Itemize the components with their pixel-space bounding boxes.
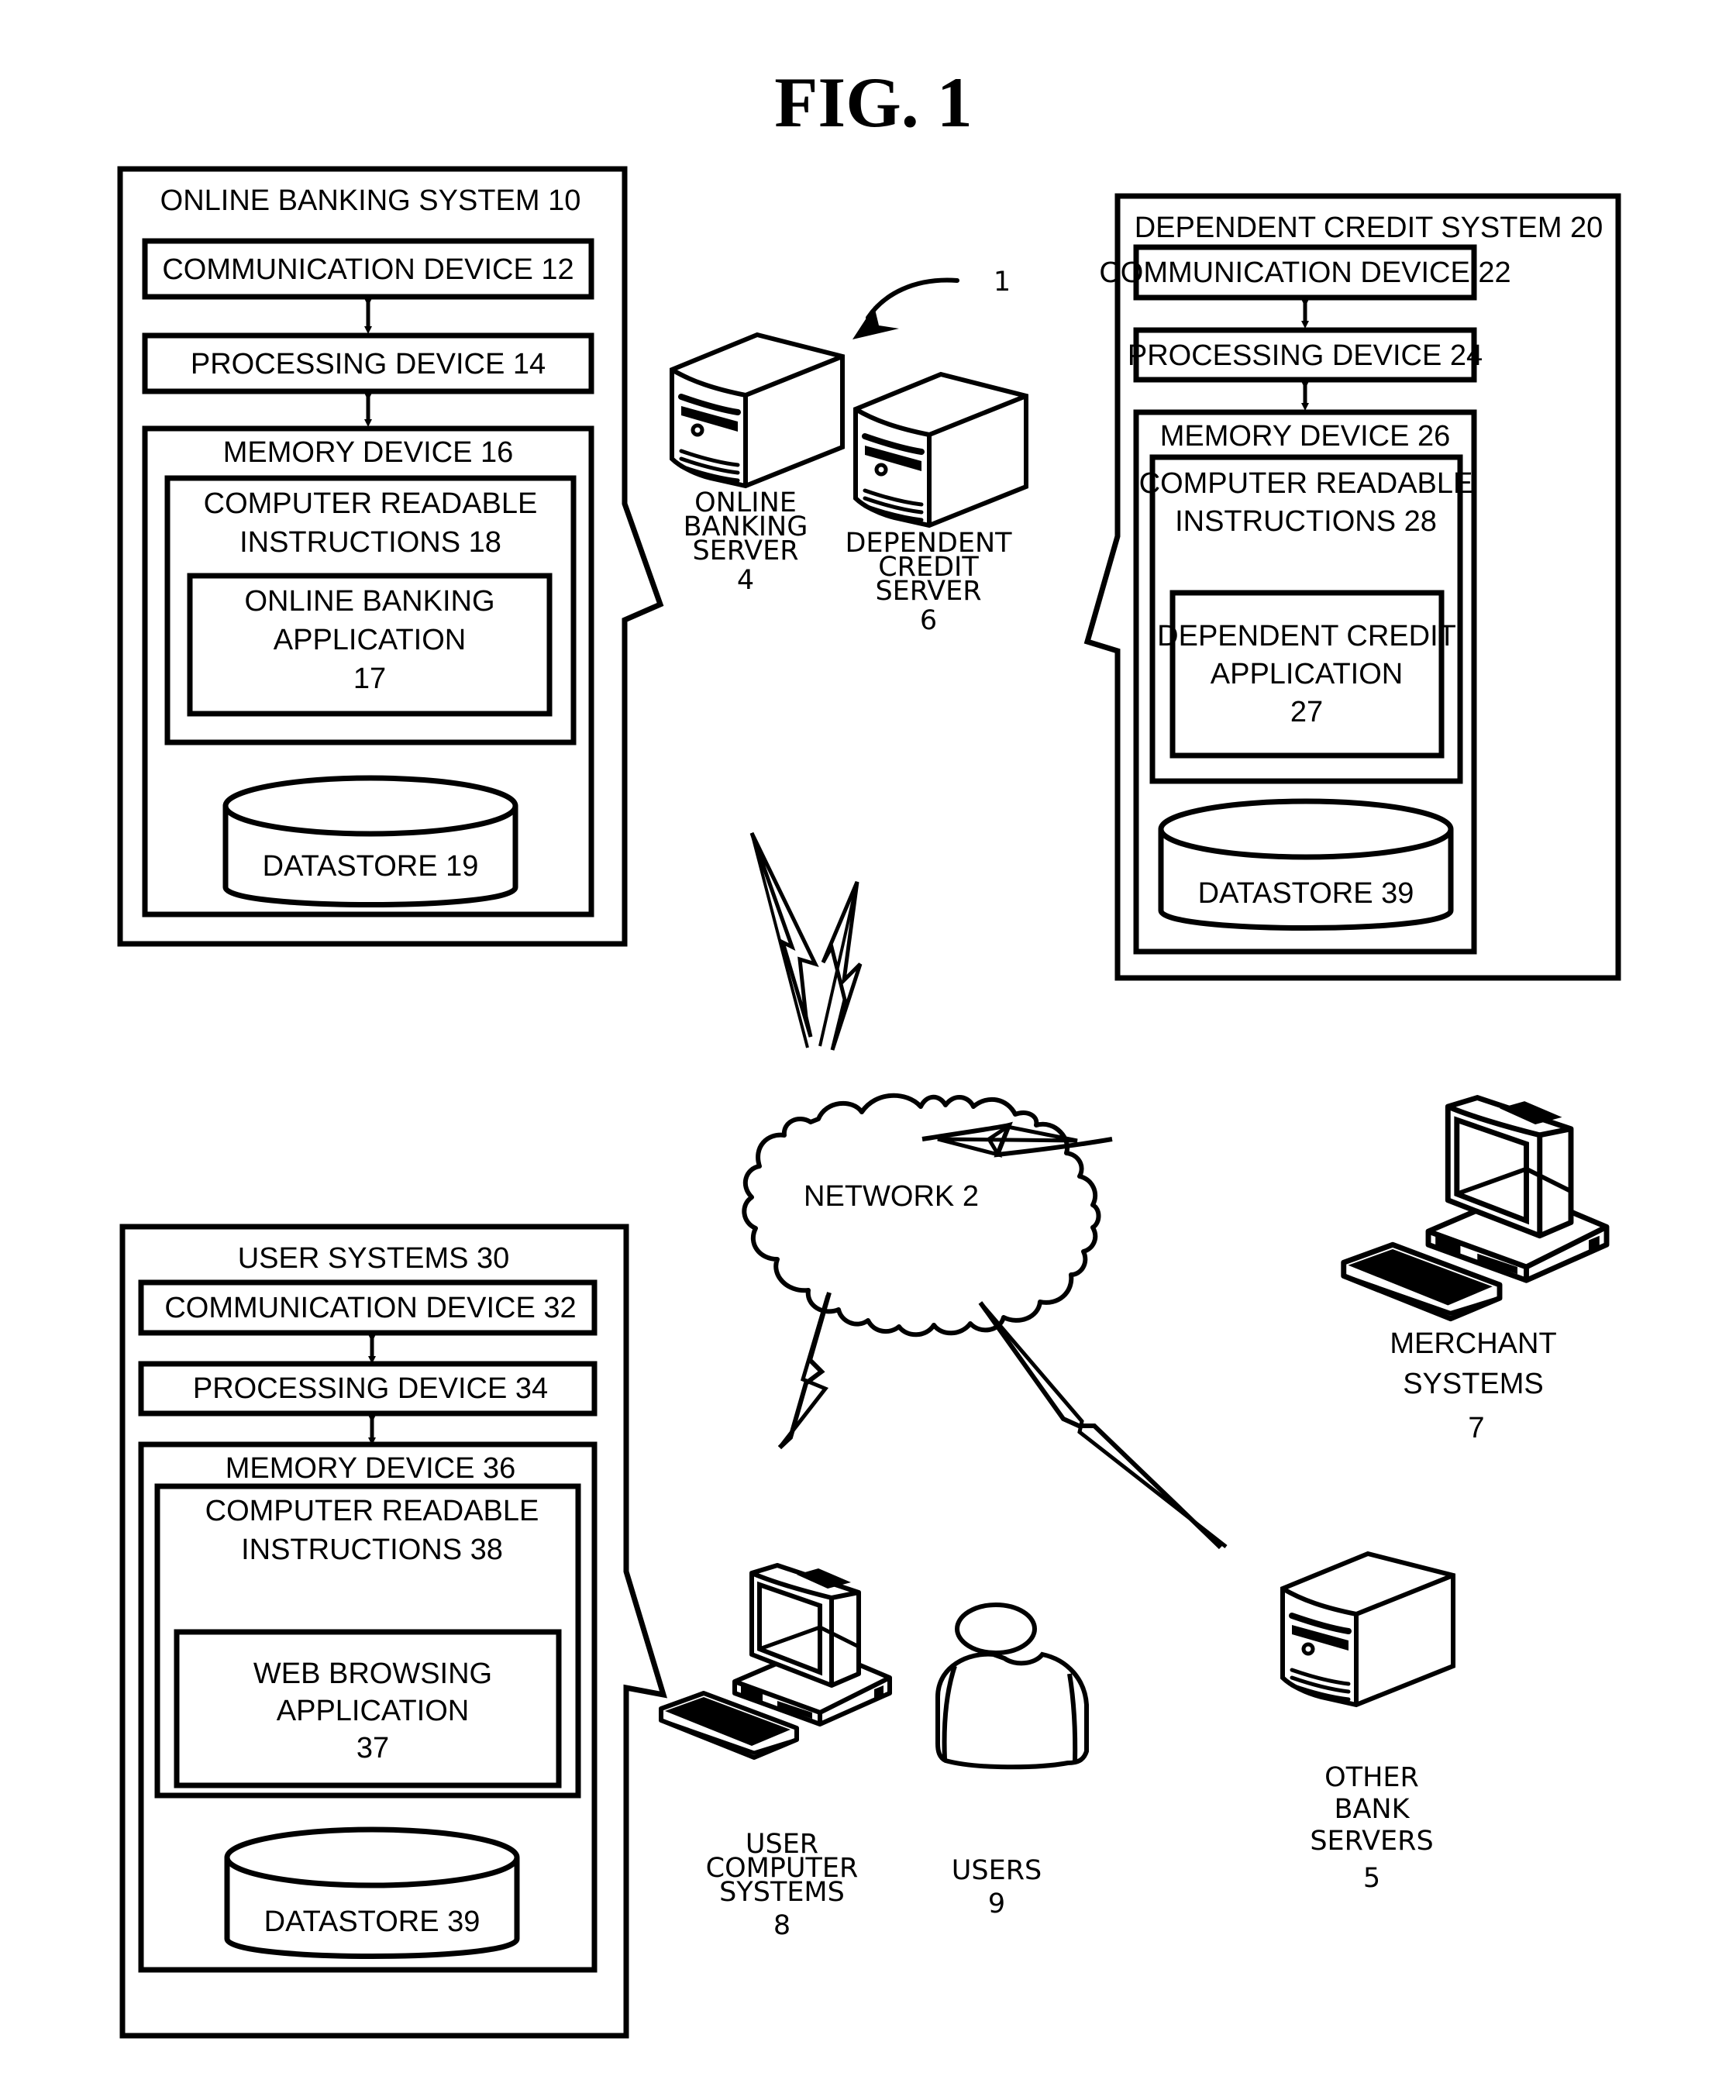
application-17-line3: 17 bbox=[353, 663, 386, 695]
other-bank-servers-label-4: 5 bbox=[1363, 1863, 1380, 1894]
network-cloud: NETWORK 2 bbox=[742, 1093, 1101, 1337]
instructions-38-line1: COMPUTER READABLE bbox=[205, 1495, 539, 1527]
datastore-39-user-label: DATASTORE 39 bbox=[264, 1905, 480, 1938]
processing-device-14-label: PROCESSING DEVICE 14 bbox=[191, 348, 546, 380]
users: USERS 9 bbox=[935, 1603, 1089, 1919]
instructions-18-line1: COMPUTER READABLE bbox=[204, 487, 538, 520]
dependent-credit-system-box: DEPENDENT CREDIT SYSTEM 20 COMMUNICATION… bbox=[1083, 193, 1621, 981]
application-37-line3: 37 bbox=[356, 1732, 389, 1764]
users-label-1: USERS bbox=[952, 1855, 1042, 1886]
merchant-systems-label-2: SYSTEMS bbox=[1403, 1368, 1544, 1400]
datastore-19-cylinder-icon bbox=[226, 778, 515, 905]
application-37-line2: APPLICATION bbox=[277, 1695, 469, 1727]
lightning-link-other-bank-servers bbox=[978, 1301, 1223, 1550]
datastore-39-label: DATASTORE 39 bbox=[1198, 877, 1414, 910]
instructions-18-line2: INSTRUCTIONS 18 bbox=[239, 526, 501, 559]
lightning-link-stroke bbox=[979, 1301, 1228, 1548]
processing-device-34-label: PROCESSING DEVICE 34 bbox=[193, 1372, 548, 1405]
reference-numeral: 1 bbox=[994, 267, 1011, 298]
other-bank-servers: OTHER BANK SERVERS 5 bbox=[1283, 1554, 1453, 1894]
system-diagram: FIG. 1 1 ONLINE BANKING SYSTEM 10 COMMUN… bbox=[117, 63, 1621, 2039]
online-banking-server-icon bbox=[672, 335, 842, 486]
user-systems-box: USER SYSTEMS 30 COMMUNICATION DEVICE 32 … bbox=[119, 1224, 668, 2039]
online-banking-server-label-3: SERVER bbox=[692, 535, 798, 566]
application-17-line1: ONLINE BANKING bbox=[244, 585, 494, 618]
user-computer-systems-label-3: SYSTEMS bbox=[719, 1877, 845, 1908]
figure-title: FIG. 1 bbox=[774, 63, 973, 142]
instructions-28-line1: COMPUTER READABLE bbox=[1139, 467, 1473, 500]
instructions-38-line2: INSTRUCTIONS 38 bbox=[241, 1534, 503, 1566]
dependent-credit-system-title: DEPENDENT CREDIT SYSTEM 20 bbox=[1135, 212, 1603, 244]
application-27-line3: 27 bbox=[1290, 696, 1323, 728]
user-person-icon bbox=[935, 1603, 1089, 1770]
other-bank-servers-label-1: OTHER bbox=[1324, 1762, 1419, 1793]
dependent-credit-server-icon bbox=[856, 374, 1026, 525]
user-computer-icon bbox=[661, 1565, 890, 1757]
other-bank-servers-label-3: SERVERS bbox=[1310, 1826, 1433, 1857]
cloud-icon bbox=[742, 1093, 1101, 1337]
application-37-line1: WEB BROWSING bbox=[253, 1658, 492, 1690]
merchant-systems: MERCHANT SYSTEMS 7 bbox=[1344, 1098, 1607, 1444]
dependent-credit-server-label-4: 6 bbox=[920, 605, 937, 636]
memory-device-16-label: MEMORY DEVICE 16 bbox=[223, 436, 514, 469]
other-bank-servers-label-2: BANK bbox=[1334, 1794, 1410, 1825]
dependent-credit-server: DEPENDENT CREDIT SERVER 6 bbox=[845, 374, 1026, 636]
dependent-credit-server-label-3: SERVER bbox=[875, 576, 981, 607]
users-label-2: 9 bbox=[988, 1888, 1005, 1919]
online-banking-system-title: ONLINE BANKING SYSTEM 10 bbox=[160, 184, 581, 217]
processing-device-24-label: PROCESSING DEVICE 24 bbox=[1128, 339, 1483, 372]
application-17-line2: APPLICATION bbox=[274, 624, 466, 656]
lightning-link-dependent-credit-server bbox=[821, 881, 863, 1051]
reference-arrow bbox=[866, 277, 959, 320]
datastore-19-label: DATASTORE 19 bbox=[263, 850, 479, 883]
network-label: NETWORK 2 bbox=[804, 1180, 979, 1213]
user-computer-systems: USER COMPUTER SYSTEMS 8 bbox=[661, 1565, 890, 1941]
application-27-line2: APPLICATION bbox=[1211, 658, 1403, 690]
communication-device-32-label: COMMUNICATION DEVICE 32 bbox=[164, 1292, 576, 1324]
application-27-line1: DEPENDENT CREDIT bbox=[1157, 620, 1456, 652]
online-banking-server: ONLINE BANKING SERVER 4 bbox=[672, 335, 842, 596]
online-banking-system-box: ONLINE BANKING SYSTEM 10 COMMUNICATION D… bbox=[117, 166, 664, 947]
memory-device-26-label: MEMORY DEVICE 26 bbox=[1160, 420, 1451, 453]
communication-device-22-label: COMMUNICATION DEVICE 22 bbox=[1099, 256, 1510, 289]
communication-device-12-label: COMMUNICATION DEVICE 12 bbox=[162, 253, 574, 286]
merchant-systems-label-1: MERCHANT bbox=[1390, 1327, 1556, 1360]
instructions-28-line2: INSTRUCTIONS 28 bbox=[1175, 505, 1437, 538]
online-banking-server-label-4: 4 bbox=[737, 565, 754, 596]
merchant-systems-label-3: 7 bbox=[1468, 1412, 1484, 1444]
user-computer-systems-label-4: 8 bbox=[773, 1910, 790, 1941]
user-systems-title: USER SYSTEMS 30 bbox=[238, 1242, 510, 1275]
memory-device-36-label: MEMORY DEVICE 36 bbox=[226, 1452, 516, 1485]
other-bank-servers-icon bbox=[1283, 1554, 1453, 1705]
merchant-computer-icon bbox=[1344, 1098, 1607, 1319]
